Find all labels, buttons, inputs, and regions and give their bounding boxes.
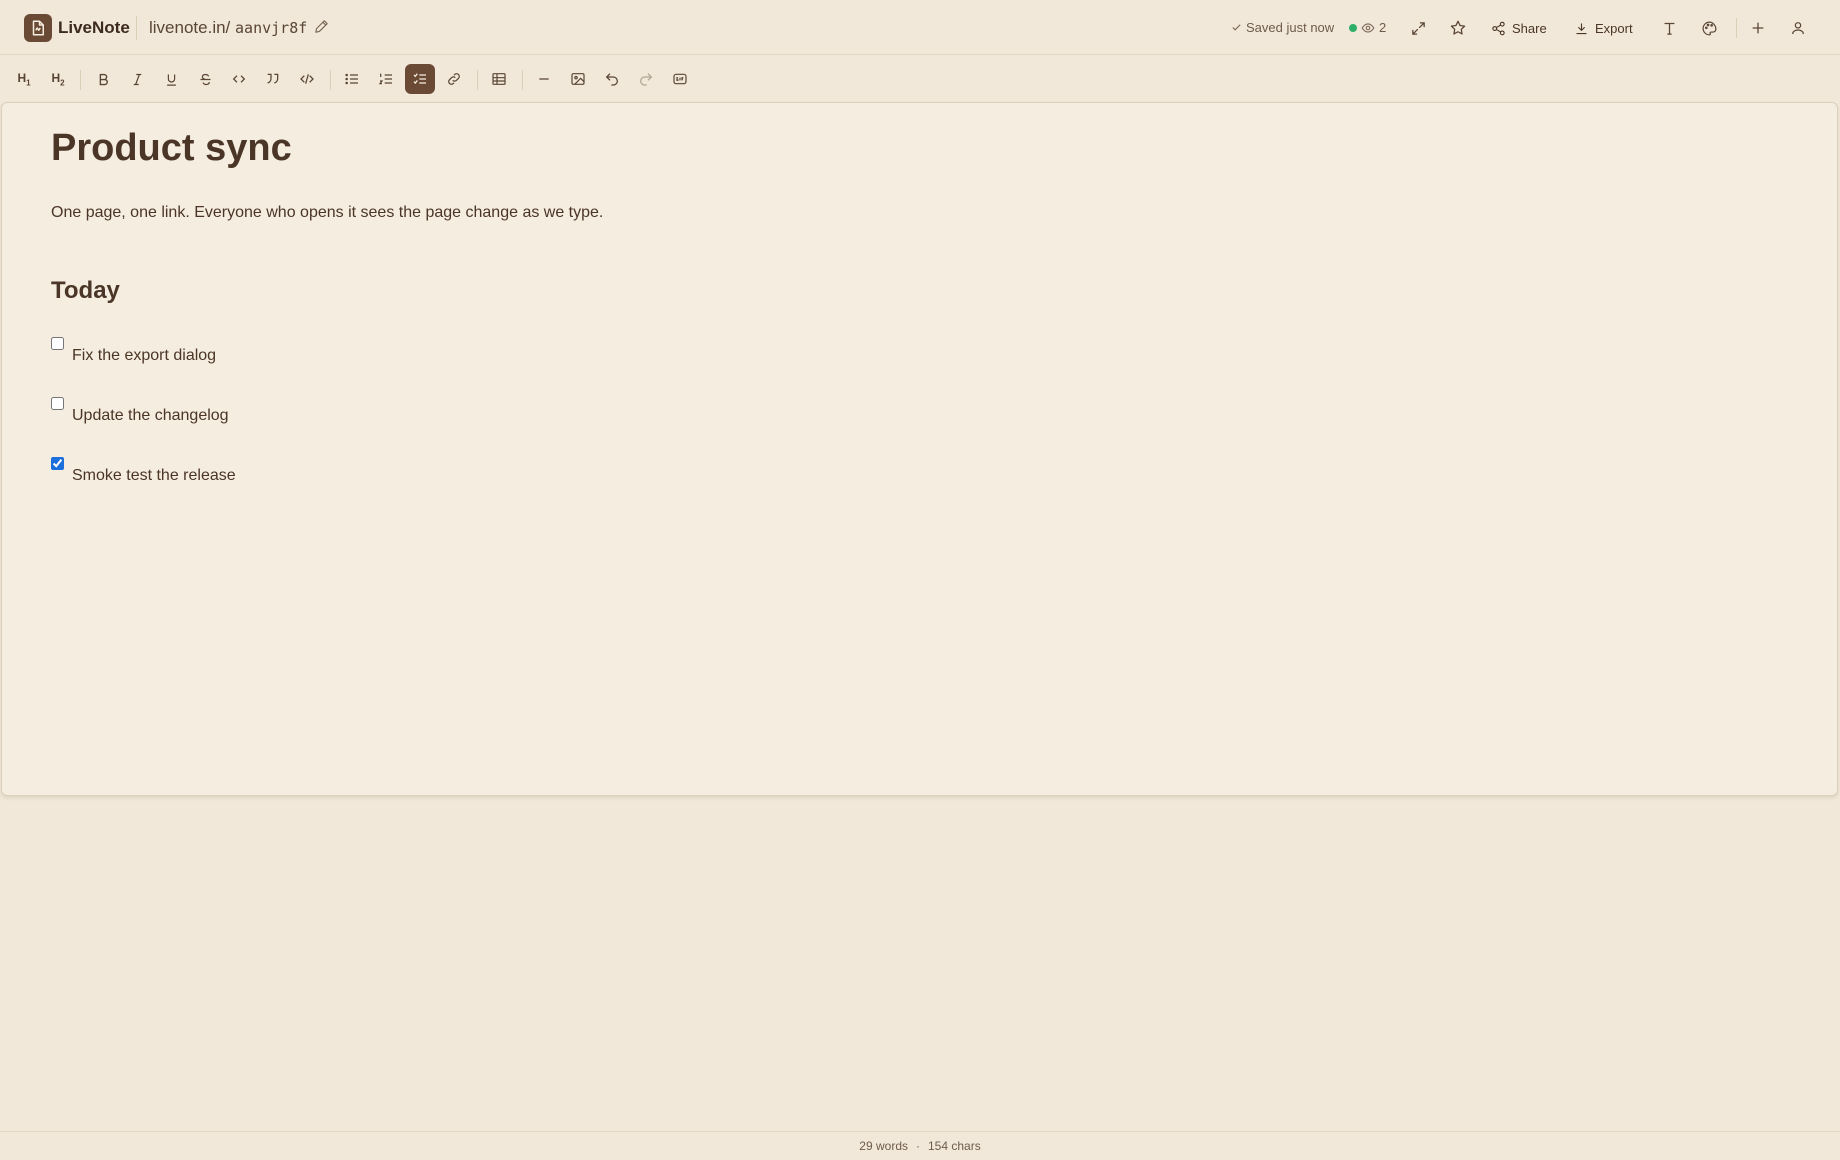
undo-icon[interactable] bbox=[597, 64, 627, 94]
header-divider bbox=[1736, 18, 1737, 38]
document-title[interactable]: Product sync bbox=[51, 127, 292, 170]
star-icon[interactable] bbox=[1447, 17, 1469, 39]
horizontal-rule-icon[interactable] bbox=[529, 64, 559, 94]
font-icon[interactable] bbox=[1658, 17, 1680, 39]
status-bar: 29 words · 154 chars bbox=[0, 1131, 1840, 1160]
toolbar-divider bbox=[80, 70, 81, 90]
task-label[interactable]: Fix the export dialog bbox=[72, 347, 216, 365]
link-icon[interactable] bbox=[439, 64, 469, 94]
heading-2-button[interactable]: H2 bbox=[43, 64, 73, 94]
download-icon bbox=[1576, 23, 1587, 34]
toolbar-divider bbox=[330, 70, 331, 90]
check-icon bbox=[1232, 24, 1241, 31]
char-count: 154 chars bbox=[928, 1139, 981, 1153]
strikethrough-icon[interactable] bbox=[190, 64, 220, 94]
toolbar-divider bbox=[477, 70, 478, 90]
url-slug: aanvjr8f bbox=[235, 19, 308, 37]
share-button[interactable]: Share bbox=[1491, 17, 1547, 39]
edit-url-icon[interactable] bbox=[313, 18, 330, 40]
bullet-list-icon[interactable] bbox=[337, 64, 367, 94]
redo-icon[interactable] bbox=[631, 64, 661, 94]
heading-1-button[interactable]: H1 bbox=[9, 64, 39, 94]
status-separator: · bbox=[916, 1139, 920, 1153]
url-prefix: livenote.in/ bbox=[149, 18, 231, 37]
inline-code-icon[interactable] bbox=[224, 64, 254, 94]
share-label: Share bbox=[1512, 20, 1547, 36]
image-icon[interactable] bbox=[563, 64, 593, 94]
presence-indicator[interactable]: 2 bbox=[1349, 20, 1386, 35]
task-checkbox[interactable] bbox=[51, 457, 64, 470]
palette-icon[interactable] bbox=[1698, 17, 1720, 39]
table-icon[interactable] bbox=[484, 64, 514, 94]
word-count: 29 words bbox=[859, 1139, 908, 1153]
save-status-text: Saved just now bbox=[1246, 20, 1335, 35]
new-page-icon[interactable] bbox=[1747, 17, 1769, 39]
toolbar-divider bbox=[522, 70, 523, 90]
page-url[interactable]: livenote.in/ aanvjr8f bbox=[149, 18, 307, 38]
app-name: LiveNote bbox=[58, 18, 130, 37]
italic-icon[interactable] bbox=[122, 64, 152, 94]
header-divider bbox=[136, 16, 137, 40]
intro-paragraph[interactable]: One page, one link. Everyone who opens i… bbox=[51, 204, 603, 222]
numbered-list-icon[interactable] bbox=[371, 64, 401, 94]
blockquote-icon[interactable] bbox=[258, 64, 288, 94]
section-heading[interactable]: Today bbox=[51, 277, 120, 305]
export-label: Export bbox=[1595, 20, 1633, 36]
save-status: Saved just now bbox=[1231, 20, 1334, 35]
fullscreen-icon[interactable] bbox=[1407, 17, 1429, 39]
top-bar: LiveNote livenote.in/ aanvjr8f Saved jus… bbox=[0, 0, 1840, 55]
gif-icon[interactable] bbox=[665, 64, 695, 94]
formatting-toolbar: H1 H2 bbox=[0, 56, 1840, 100]
eye-icon bbox=[1361, 22, 1375, 33]
code-block-icon[interactable] bbox=[292, 64, 322, 94]
task-list-icon[interactable] bbox=[405, 64, 435, 94]
viewer-count: 2 bbox=[1379, 20, 1387, 35]
share-icon bbox=[1492, 21, 1505, 35]
online-dot-icon bbox=[1349, 23, 1357, 32]
livenote-logo-icon[interactable] bbox=[24, 14, 52, 42]
task-checkbox[interactable] bbox=[51, 397, 64, 410]
bold-icon[interactable] bbox=[88, 64, 118, 94]
user-icon[interactable] bbox=[1787, 17, 1809, 39]
task-label[interactable]: Update the changelog bbox=[72, 407, 229, 425]
document-editor[interactable]: Product sync One page, one link. Everyon… bbox=[1, 102, 1838, 796]
task-checkbox[interactable] bbox=[51, 337, 64, 350]
underline-icon[interactable] bbox=[156, 64, 186, 94]
task-label[interactable]: Smoke test the release bbox=[72, 467, 236, 485]
export-button[interactable]: Export bbox=[1574, 17, 1633, 39]
